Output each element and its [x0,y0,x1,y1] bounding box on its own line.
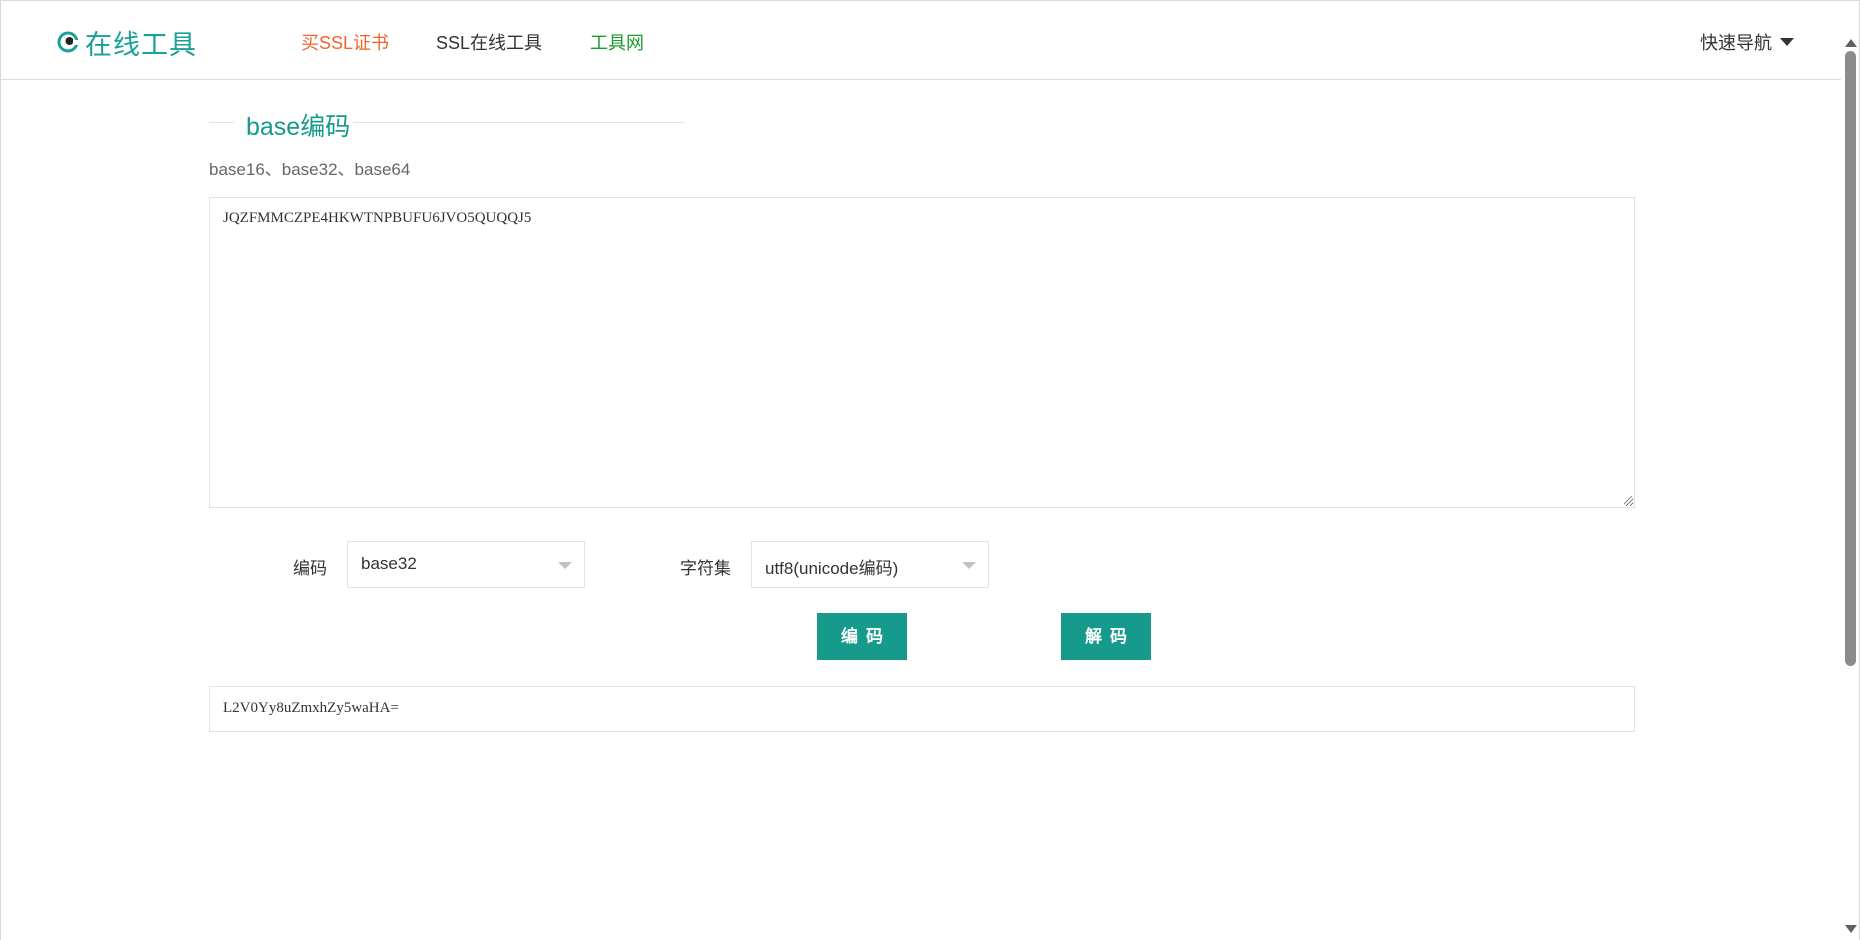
section-subtitle: base16、base32、base64 [209,160,411,179]
encoding-select[interactable]: base32 [347,541,585,588]
section-header: base编码 [209,105,684,141]
vertical-scrollbar[interactable] [1841,1,1859,940]
site-logo[interactable]: 在线工具 [57,25,197,61]
nav-ssl-tools-link[interactable]: SSL在线工具 [436,29,542,53]
quick-nav-dropdown[interactable]: 快速导航 [1700,29,1794,55]
decode-button[interactable]: 解码 [1061,613,1151,660]
charset-label: 字符集 [680,559,731,578]
charset-select-value: utf8(unicode编码) [765,559,899,578]
divider-right [353,122,684,123]
divider-left [209,122,234,123]
nav-buy-ssl-link[interactable]: 买SSL证书 [301,29,389,53]
page-frame: 在线工具 买SSL证书 SSL在线工具 工具网 快速导航 base编码 base… [0,0,1860,940]
chevron-down-icon [558,562,572,569]
scroll-up-arrow-icon[interactable] [1845,39,1857,47]
eye-logo-icon [57,31,79,53]
resize-grip-icon[interactable] [1622,494,1633,505]
logo-text: 在线工具 [85,29,197,61]
charset-select[interactable]: utf8(unicode编码) [751,541,989,588]
result-output[interactable]: L2V0Yy8uZmxhZy5waHA= [209,686,1635,732]
encode-button[interactable]: 编码 [817,613,907,660]
source-text-input[interactable]: JQZFMMCZPE4HKWTNPBUFU6JVO5QUQQJ5 [209,197,1635,508]
quick-nav-label: 快速导航 [1700,33,1772,53]
chevron-down-icon [962,562,976,569]
nav-tools-net-link[interactable]: 工具网 [590,29,644,53]
scroll-down-arrow-icon[interactable] [1845,925,1857,933]
caret-down-icon [1780,38,1794,46]
top-header: 在线工具 买SSL证书 SSL在线工具 工具网 快速导航 [1,1,1842,80]
scrollbar-thumb[interactable] [1845,51,1856,666]
encoding-select-value: base32 [361,554,417,573]
encoding-label: 编码 [293,559,327,578]
section-title: base编码 [246,113,351,141]
